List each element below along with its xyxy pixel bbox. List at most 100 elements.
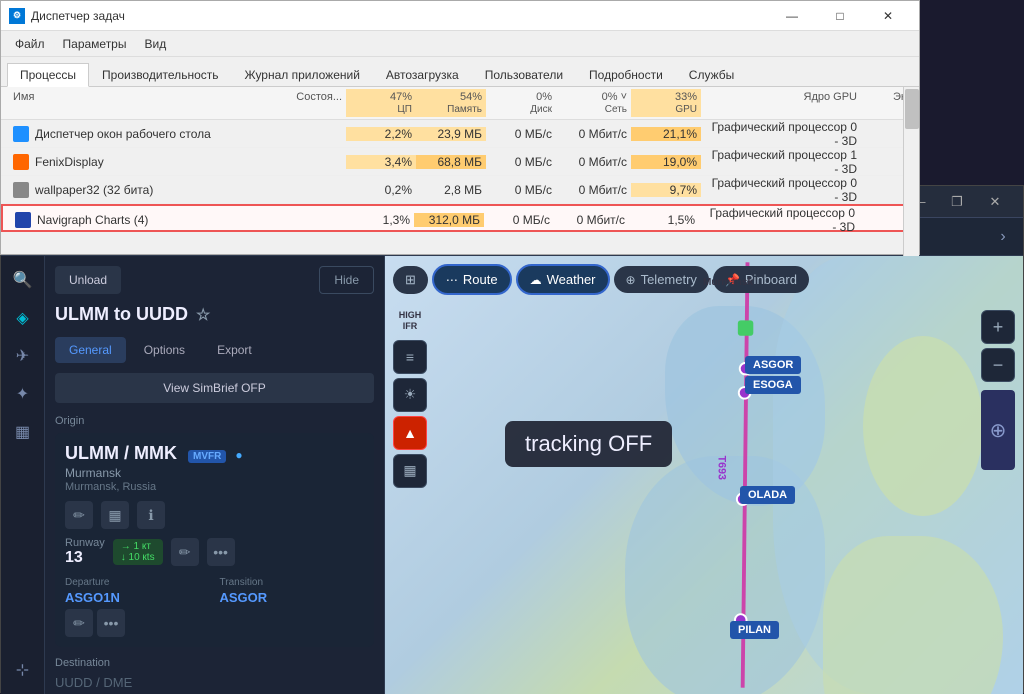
origin-wx-dot: ● (235, 448, 242, 462)
sidebar-tab-general[interactable]: General (55, 337, 126, 363)
row2-net: 0 Мбит/с (556, 183, 631, 197)
row3-net: 0 Мбит/с (554, 213, 629, 227)
map-zoom-in-btn[interactable]: + (981, 310, 1015, 344)
dep-edit-btn[interactable]: ✏ (65, 609, 93, 637)
compass-icon: ⊕ (990, 418, 1007, 443)
runway-edit-btn[interactable]: ✏ (171, 538, 199, 566)
runway-speed: → 1 кт (121, 541, 155, 552)
process-icon-wallpaper (13, 182, 29, 198)
runway-row: Runway 13 → 1 кт ↓ 10 кts ✏ ••• (65, 537, 364, 567)
nav-map[interactable]: T693 Murmansk ASGOR ESOGA OLADA PILAN ⊞ … (385, 256, 1023, 694)
nav-icon-layers[interactable]: ✈ (5, 338, 41, 374)
nav-icon-airports[interactable]: ✦ (5, 376, 41, 412)
route-title-text: ULMM to UUDD (55, 304, 188, 325)
tm-row-navigraph[interactable]: Navigraph Charts (4) 1,3% 312,0 МБ 0 МБ/… (1, 204, 919, 232)
map-tab-route-btn[interactable]: ⋯ Route (432, 264, 512, 295)
view-simbrief-button[interactable]: View SimBrief OFP (55, 373, 374, 403)
nav-icon-search[interactable]: 🔍 (5, 262, 41, 298)
nav-maximize-btn[interactable]: ❐ (939, 188, 975, 216)
th-disk[interactable]: 0%Диск (486, 89, 556, 117)
star-icon[interactable]: ☆ (196, 305, 210, 325)
destination-placeholder: UUDD / DME (55, 675, 374, 690)
row0-net: 0 Мбит/с (556, 127, 631, 141)
tm-tab-performance[interactable]: Производительность (89, 63, 231, 87)
process-name-deskmanager: Диспетчер окон рабочего стола (35, 127, 211, 141)
tm-menu-params[interactable]: Параметры (55, 35, 135, 53)
runway-more-btn[interactable]: ••• (207, 538, 235, 566)
runway-info-box: → 1 кт ↓ 10 кts (113, 539, 163, 565)
sidebar-tab-options[interactable]: Options (130, 337, 199, 363)
th-cpu[interactable]: 47%ЦП (346, 89, 416, 117)
unload-button[interactable]: Unload (55, 266, 121, 294)
tm-row-fenix[interactable]: FenixDisplay 3,4% 68,8 МБ 0 МБ/с 0 Мбит/… (1, 148, 919, 176)
departure-actions: ✏ ••• (65, 609, 210, 637)
tm-row-deskmanager[interactable]: Диспетчер окон рабочего стола 2,2% 23,9 … (1, 120, 919, 148)
th-gpu[interactable]: 33%GPU (631, 89, 701, 117)
row2-gpuengine: Графический процессор 0 - 3D (701, 176, 861, 204)
row3-disk: 0 МБ/с (484, 213, 554, 227)
tm-menu-view[interactable]: Вид (136, 35, 174, 53)
map-tool-photo-btn[interactable]: ▦ (393, 454, 427, 488)
tm-app-icon: ⚙ (9, 8, 25, 24)
row0-mem: 23,9 МБ (416, 127, 486, 141)
th-status[interactable]: Состоя... (266, 89, 346, 117)
nav-close-btn[interactable]: ✕ (977, 188, 1013, 216)
row2-gpu: 9,7% (631, 183, 701, 197)
origin-info-btn[interactable]: ℹ (137, 501, 165, 529)
th-memory[interactable]: 54%Память (416, 89, 486, 117)
tm-tab-details[interactable]: Подробности (576, 63, 676, 87)
task-manager-window: ⚙ Диспетчер задач — □ ✕ Файл Параметры В… (0, 0, 920, 255)
th-name[interactable]: Имя (9, 89, 266, 117)
th-network[interactable]: 0% ˅Сеть (556, 89, 631, 117)
tm-tab-processes[interactable]: Процессы (7, 63, 89, 87)
origin-chart-btn[interactable]: ▦ (101, 501, 129, 529)
th-gpu-engine[interactable]: Ядро GPU (701, 89, 861, 117)
map-tab-weather-btn[interactable]: ☁ Weather (516, 264, 610, 295)
origin-edit-btn[interactable]: ✏ (65, 501, 93, 529)
hide-button[interactable]: Hide (319, 266, 374, 294)
row1-gpuengine: Графический процессор 1 - 3D (701, 148, 861, 176)
nav-content: 🔍 ◈ ✈ ✦ ▦ ⊹ Unload Hide ULMM to UUDD ☆ G… (1, 256, 1023, 694)
nav-icon-chart[interactable]: ◈ (5, 300, 41, 336)
tm-menu-file[interactable]: Файл (7, 35, 53, 53)
departure-box: Departure ASGO1N ✏ ••• (65, 577, 210, 637)
map-tool-brightness-btn[interactable]: ☀ (393, 378, 427, 412)
route-start-marker (738, 320, 753, 335)
route-icon: ⋯ (446, 273, 458, 287)
wp-label-murmansk: Murmansk (695, 274, 761, 291)
map-tab-route-label: Route (463, 272, 498, 287)
map-tool-track-btn[interactable]: ▲ (393, 416, 427, 450)
row1-disk: 0 МБ/с (486, 155, 556, 169)
tm-scrollbar-thumb (905, 89, 919, 129)
tm-tab-users[interactable]: Пользователи (472, 63, 576, 87)
nav-more-btn[interactable]: › (989, 223, 1017, 251)
map-tab-grid-btn[interactable]: ⊞ (393, 266, 428, 294)
nav-icon-boards[interactable]: ▦ (5, 414, 41, 450)
dep-more-btn[interactable]: ••• (97, 609, 125, 637)
process-icon-deskmanager (13, 126, 29, 142)
tm-close-btn[interactable]: ✕ (865, 1, 911, 31)
row1-net: 0 Мбит/с (556, 155, 631, 169)
tm-scrollbar[interactable] (903, 87, 919, 256)
sidebar-tab-export[interactable]: Export (203, 337, 266, 363)
departure-value: ASGO1N (65, 590, 210, 605)
tm-tab-services[interactable]: Службы (676, 63, 747, 87)
row0-cpu: 2,2% (346, 127, 416, 141)
map-tool-layers-btn[interactable]: ≡ (393, 340, 427, 374)
row0-disk: 0 МБ/с (486, 127, 556, 141)
wp-label-asgor: ASGOR (745, 356, 801, 374)
map-zoom-out-btn[interactable]: − (981, 348, 1015, 382)
tm-tab-startup[interactable]: Автозагрузка (373, 63, 472, 87)
origin-airport-id: ULMM / MMK MVFR ● (65, 443, 364, 464)
tm-minimize-btn[interactable]: — (769, 1, 815, 31)
tm-title: Диспетчер задач (31, 9, 769, 23)
nav-icon-waypoints[interactable]: ⊹ (5, 652, 41, 688)
navigraph-window: Navigraph Charts — ❐ ✕ ‹ ULMM RW13 ASGO1… (0, 185, 1024, 693)
tm-tab-apphistory[interactable]: Журнал приложений (232, 63, 373, 87)
map-compass-rose[interactable]: ⊕ (981, 390, 1015, 470)
tm-row-wallpaper[interactable]: wallpaper32 (32 бита) 0,2% 2,8 МБ 0 МБ/с… (1, 176, 919, 204)
row2-cpu: 0,2% (346, 183, 416, 197)
row3-gpuengine: Графический процессор 0 - 3D (699, 206, 859, 234)
row3-cpu: 1,3% (344, 213, 414, 227)
tm-maximize-btn[interactable]: □ (817, 1, 863, 31)
